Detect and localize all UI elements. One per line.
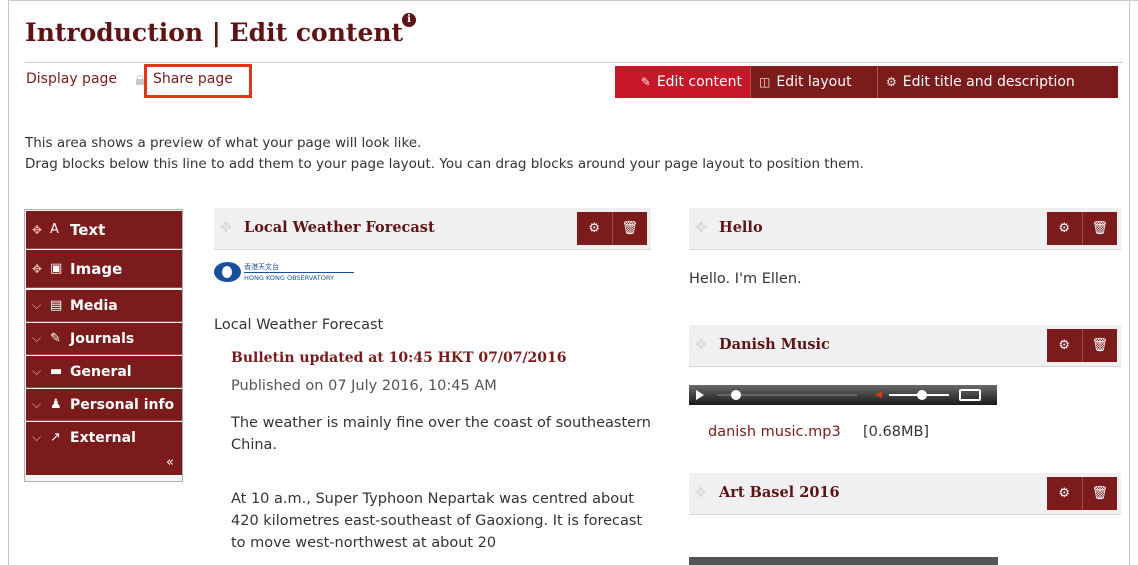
toolbox-item-general[interactable]: ⌵ ▬ General [26, 356, 182, 388]
block-header-hello[interactable]: ✥ Hello ⚙ 🗑 [689, 208, 1121, 250]
chevron-down-icon: ⌵ [32, 430, 42, 444]
toolbox-item-label: Text [70, 220, 106, 239]
intro-line-2: Drag blocks below this line to add them … [25, 156, 864, 172]
frame-right-border [1129, 0, 1130, 565]
published-date: Published on 07 July 2016, 10:45 AM [231, 378, 497, 394]
intro-text: This area shows a preview of what your p… [25, 133, 864, 175]
hello-text: Hello. I'm Ellen. [689, 271, 802, 287]
intro-line-1: This area shows a preview of what your p… [25, 135, 422, 151]
film-icon: ▤ [50, 298, 63, 313]
share-page-link[interactable]: Share page [153, 71, 233, 87]
logo-english-name: HONG KONG OBSERVATORY [244, 272, 354, 282]
block-header-art[interactable]: ✥ Art Basel 2016 ⚙ 🗑 [689, 473, 1121, 515]
observatory-logo-icon [214, 262, 241, 282]
text-icon: A [50, 222, 59, 237]
art-basel-image [689, 557, 998, 565]
toolbox-collapse-button[interactable]: « [26, 452, 182, 475]
toolbox-item-label: Journals [70, 330, 135, 347]
block-header-weather[interactable]: ✥ Local Weather Forecast ⚙ 🗑 [214, 208, 651, 250]
briefcase-icon: ▬ [50, 364, 63, 379]
user-icon: ♟ [50, 397, 62, 412]
volume-icon[interactable]: ◀ [875, 390, 882, 400]
block-actions: ⚙ 🗑 [1047, 477, 1117, 510]
toolbox-item-label: Personal info [70, 396, 175, 413]
toolbox-item-media[interactable]: ⌵ ▤ Media [26, 290, 182, 322]
drag-handle-icon: ✥ [695, 485, 707, 501]
lock-icon [136, 75, 144, 85]
chevron-down-icon: ⌵ [32, 298, 42, 312]
block-title: Danish Music [719, 336, 830, 353]
toolbox-item-text[interactable]: ✥ A Text [26, 211, 182, 249]
block-title: Local Weather Forecast [244, 219, 435, 236]
page-title: Introduction | Edit content [25, 18, 404, 47]
tab-edit-layout[interactable]: ◫ Edit layout [751, 66, 878, 98]
toolbox-item-personal-info[interactable]: ⌵ ♟ Personal info [26, 389, 182, 421]
audio-player[interactable]: ◀ [689, 385, 997, 405]
volume-knob[interactable] [917, 390, 927, 400]
hong-kong-observatory-logo: 香港天文台 HONG KONG OBSERVATORY [214, 260, 354, 288]
chevron-down-icon: ⌵ [32, 397, 42, 411]
display-page-link[interactable]: Display page [26, 71, 117, 87]
bulletin-link[interactable]: Bulletin updated at 10:45 HKT 07/07/2016 [231, 350, 567, 366]
play-icon[interactable] [696, 390, 704, 400]
tab-label: Edit content [656, 74, 742, 90]
block-actions: ⚙ 🗑 [1047, 329, 1117, 362]
tab-label: Edit layout [776, 74, 852, 90]
frame-top-border [8, 0, 1138, 1]
tab-edit-title-description[interactable]: ⚙ Edit title and description [878, 66, 1118, 98]
frame-left-border [8, 0, 9, 565]
pencil-icon: ✎ [640, 75, 651, 89]
gear-icon[interactable]: ⚙ [577, 212, 613, 245]
drag-handle-icon: ✥ [32, 261, 43, 276]
fullscreen-icon[interactable] [959, 389, 981, 401]
gears-icon: ⚙ [886, 75, 897, 89]
gear-icon[interactable]: ⚙ [1047, 329, 1083, 362]
toolbox-item-image[interactable]: ✥ ▣ Image [26, 250, 182, 288]
toolbox-item-external[interactable]: ⌵ ↗ External [26, 422, 182, 454]
trash-icon[interactable]: 🗑 [1083, 329, 1118, 362]
block-header-music[interactable]: ✥ Danish Music ⚙ 🗑 [689, 325, 1121, 367]
gear-icon[interactable]: ⚙ [1047, 477, 1083, 510]
drag-handle-icon: ✥ [32, 222, 43, 237]
logo-chinese-name: 香港天文台 [244, 263, 279, 271]
block-title: Art Basel 2016 [719, 484, 840, 501]
layout-icon: ◫ [759, 75, 771, 89]
title-divider [25, 62, 1123, 63]
block-toolbox: ✥ A Text ✥ ▣ Image ⌵ ▤ Media ⌵ ✎ Journal… [24, 209, 183, 482]
edit-tabs: ✎ Edit content ◫ Edit layout ⚙ Edit titl… [615, 66, 1118, 98]
weather-paragraph-1: The weather is mainly fine over the coas… [231, 415, 651, 453]
seek-knob[interactable] [731, 390, 741, 400]
toolbox-item-label: External [70, 429, 136, 446]
block-title: Hello [719, 219, 763, 236]
tab-edit-content[interactable]: ✎ Edit content [615, 66, 751, 98]
music-file-link[interactable]: danish music.mp3 [708, 424, 841, 440]
drag-handle-icon: ✥ [220, 220, 232, 236]
block-actions: ⚙ 🗑 [577, 212, 647, 245]
toolbox-item-label: Media [70, 297, 118, 314]
toolbox-item-label: Image [70, 259, 123, 278]
toolbox-item-journals[interactable]: ⌵ ✎ Journals [26, 323, 182, 355]
pencil-icon: ✎ [50, 331, 61, 346]
block-actions: ⚙ 🗑 [1047, 212, 1117, 245]
drag-handle-icon: ✥ [695, 337, 707, 353]
chevron-down-icon: ⌵ [32, 364, 42, 378]
trash-icon[interactable]: 🗑 [1083, 477, 1118, 510]
weather-paragraph-2: At 10 a.m., Super Typhoon Nepartak was c… [231, 491, 643, 551]
trash-icon[interactable]: 🗑 [613, 212, 648, 245]
image-icon: ▣ [50, 261, 63, 276]
trash-icon[interactable]: 🗑 [1083, 212, 1118, 245]
weather-subtitle: Local Weather Forecast [214, 317, 384, 333]
external-link-icon: ↗ [50, 430, 61, 445]
toolbox-item-label: General [70, 363, 132, 380]
info-icon[interactable]: i [402, 13, 416, 27]
chevron-down-icon: ⌵ [32, 331, 42, 345]
gear-icon[interactable]: ⚙ [1047, 212, 1083, 245]
drag-handle-icon: ✥ [695, 220, 707, 236]
tab-label: Edit title and description [902, 74, 1075, 90]
music-file-size: [0.68MB] [863, 424, 930, 440]
